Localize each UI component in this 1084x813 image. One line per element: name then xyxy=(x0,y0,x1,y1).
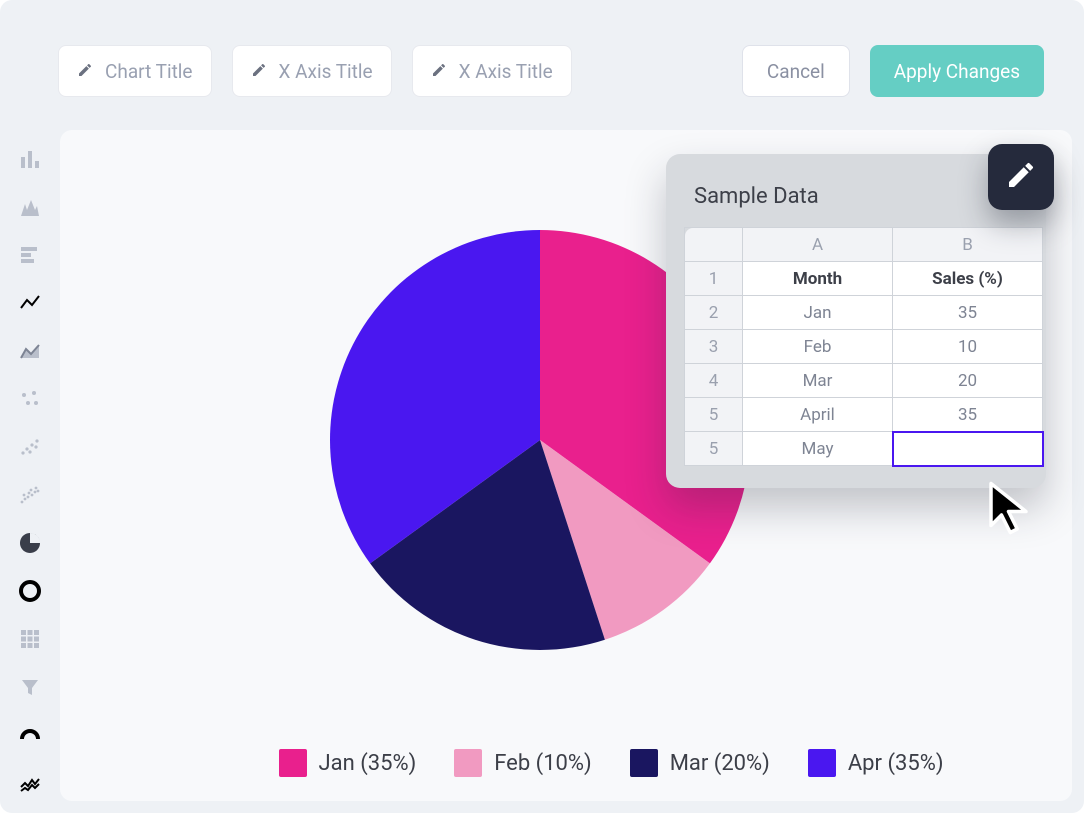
grid-cell[interactable]: 35 xyxy=(893,296,1043,330)
legend-swatch-icon xyxy=(279,749,307,777)
app-window: Chart Title X Axis Title X Axis Title Ca… xyxy=(0,0,1084,813)
heatmap-icon[interactable] xyxy=(15,626,45,652)
legend-label: Mar (20%) xyxy=(670,751,770,776)
grid-cell[interactable]: May xyxy=(743,432,893,466)
gauge-icon[interactable] xyxy=(15,722,45,748)
x-axis-title-input-2[interactable]: X Axis Title xyxy=(412,45,572,97)
table-row: 2Jan35 xyxy=(685,296,1043,330)
x-axis-title-input-1[interactable]: X Axis Title xyxy=(232,45,392,97)
chart-title-input[interactable]: Chart Title xyxy=(58,45,212,97)
table-row: 5April35 xyxy=(685,398,1043,432)
bar-chart-icon[interactable] xyxy=(15,146,45,172)
cancel-button[interactable]: Cancel xyxy=(742,45,850,97)
cursor-pointer-icon xyxy=(984,480,1040,536)
sample-data-panel: Sample Data A B 1MonthSales (%)2Jan353Fe… xyxy=(666,154,1046,488)
row-number[interactable]: 5 xyxy=(685,432,743,466)
scatter-medium-icon[interactable] xyxy=(15,434,45,460)
table-row: 5May xyxy=(685,432,1043,466)
legend-swatch-icon xyxy=(630,749,658,777)
legend-label: Feb (10%) xyxy=(494,751,591,776)
donut-chart-icon[interactable] xyxy=(15,578,45,604)
horizontal-bar-icon[interactable] xyxy=(15,242,45,268)
chart-legend: Jan (35%) Feb (10%) Mar (20%) Apr (35%) xyxy=(180,749,1042,777)
legend-swatch-icon xyxy=(808,749,836,777)
legend-label: Apr (35%) xyxy=(848,751,944,776)
chart-canvas: Jan (35%) Feb (10%) Mar (20%) Apr (35%) Sam… xyxy=(60,130,1072,801)
data-grid[interactable]: A B 1MonthSales (%)2Jan353Feb104Mar205Ap… xyxy=(684,227,1043,466)
grid-cell[interactable]: Mar xyxy=(743,364,893,398)
row-number[interactable]: 4 xyxy=(685,364,743,398)
grid-cell[interactable]: Jan xyxy=(743,296,893,330)
panel-title: Sample Data xyxy=(694,184,1022,209)
grid-cell[interactable]: April xyxy=(743,398,893,432)
legend-label: Jan (35%) xyxy=(319,751,417,776)
grid-cell[interactable]: 35 xyxy=(893,398,1043,432)
table-row: 1MonthSales (%) xyxy=(685,262,1043,296)
chart-title-text: Chart Title xyxy=(105,60,193,83)
grid-cell[interactable]: Feb xyxy=(743,330,893,364)
x-axis-title-2-text: X Axis Title xyxy=(459,60,553,83)
area-chart-icon[interactable] xyxy=(15,338,45,364)
col-header-b[interactable]: B xyxy=(893,228,1043,262)
funnel-icon[interactable] xyxy=(15,674,45,700)
legend-item-jan: Jan (35%) xyxy=(279,749,417,777)
legend-item-mar: Mar (20%) xyxy=(630,749,770,777)
edit-data-button[interactable] xyxy=(988,144,1054,210)
sparkline-icon[interactable] xyxy=(15,770,45,796)
grid-cell[interactable]: Month xyxy=(743,262,893,296)
pencil-icon xyxy=(431,60,447,83)
grid-cell[interactable]: 10 xyxy=(893,330,1043,364)
legend-item-apr: Apr (35%) xyxy=(808,749,944,777)
row-number[interactable]: 1 xyxy=(685,262,743,296)
grid-cell[interactable]: 20 xyxy=(893,364,1043,398)
grid-cell[interactable] xyxy=(893,432,1043,466)
column-chart-icon[interactable] xyxy=(15,194,45,220)
pie-chart-icon[interactable] xyxy=(15,530,45,556)
row-number[interactable]: 5 xyxy=(685,398,743,432)
grid-cell[interactable]: Sales (%) xyxy=(893,262,1043,296)
scatter-dense-icon[interactable] xyxy=(15,482,45,508)
chart-type-sidebar xyxy=(0,142,60,813)
legend-swatch-icon xyxy=(454,749,482,777)
toolbar: Chart Title X Axis Title X Axis Title Ca… xyxy=(0,0,1084,110)
col-header-a[interactable]: A xyxy=(743,228,893,262)
row-number[interactable]: 3 xyxy=(685,330,743,364)
table-row: 4Mar20 xyxy=(685,364,1043,398)
pencil-icon xyxy=(77,60,93,83)
line-chart-icon[interactable] xyxy=(15,290,45,316)
scatter-sparse-icon[interactable] xyxy=(15,386,45,412)
pencil-icon xyxy=(251,60,267,83)
row-number[interactable]: 2 xyxy=(685,296,743,330)
apply-changes-button[interactable]: Apply Changes xyxy=(870,45,1044,97)
x-axis-title-1-text: X Axis Title xyxy=(279,60,373,83)
grid-corner xyxy=(685,228,743,262)
legend-item-feb: Feb (10%) xyxy=(454,749,591,777)
pencil-icon xyxy=(1005,159,1037,195)
table-row: 3Feb10 xyxy=(685,330,1043,364)
